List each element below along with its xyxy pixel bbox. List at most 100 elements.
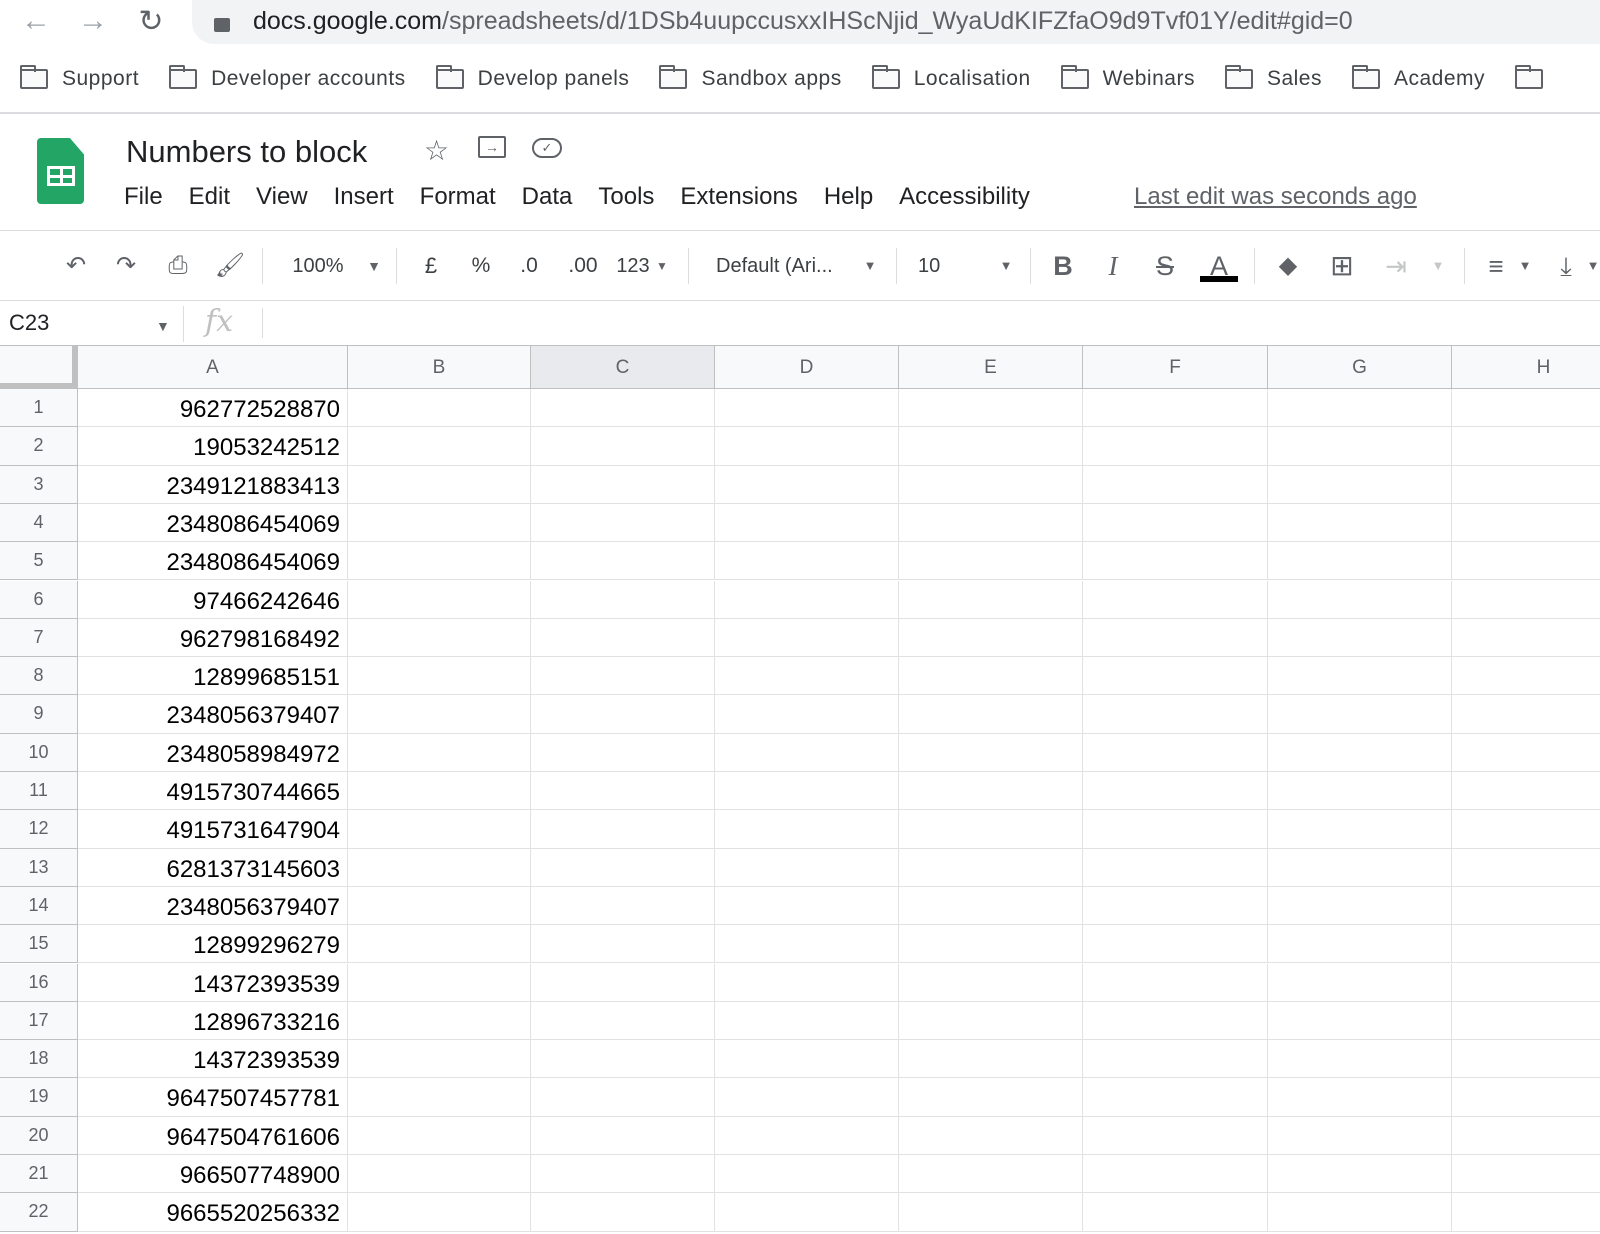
cell-b12[interactable] <box>348 810 531 849</box>
print-icon[interactable]: ⎙ <box>160 246 196 286</box>
cell-h8[interactable] <box>1452 657 1600 696</box>
cell-c7[interactable] <box>531 618 715 658</box>
cell-a3[interactable]: 2349121883413 <box>78 465 348 504</box>
cell-h21[interactable] <box>1452 1155 1600 1194</box>
cell-b7[interactable] <box>348 618 531 658</box>
cell-e7[interactable] <box>899 618 1083 658</box>
forward-icon[interactable]: → <box>75 4 111 38</box>
percent-button[interactable]: % <box>468 246 494 286</box>
row-header[interactable]: 8 <box>0 657 78 696</box>
cell-f17[interactable] <box>1083 1001 1268 1041</box>
cell-d1[interactable] <box>715 389 899 428</box>
cell-a2[interactable]: 19053242512 <box>78 427 348 466</box>
cell-g13[interactable] <box>1268 848 1452 887</box>
cell-h9[interactable] <box>1452 695 1600 734</box>
cell-d14[interactable] <box>715 886 899 926</box>
cell-g1[interactable] <box>1268 389 1452 428</box>
cell-b2[interactable] <box>348 427 531 466</box>
cell-c3[interactable] <box>531 465 715 504</box>
menu-tools[interactable]: Tools <box>598 183 654 211</box>
cell-f9[interactable] <box>1083 695 1268 734</box>
cell-c11[interactable] <box>531 772 715 811</box>
chevron-down-icon[interactable]: ▼ <box>1428 246 1448 286</box>
cell-g16[interactable] <box>1268 963 1452 1002</box>
cell-g12[interactable] <box>1268 810 1452 849</box>
fill-color-icon[interactable]: ◆ <box>1272 246 1304 286</box>
column-header-e[interactable]: E <box>899 346 1083 389</box>
cell-f4[interactable] <box>1083 503 1268 543</box>
cell-f5[interactable] <box>1083 542 1268 581</box>
chevron-down-icon[interactable]: ▼ <box>653 246 671 286</box>
cell-b15[interactable] <box>348 925 531 964</box>
cell-b21[interactable] <box>348 1155 531 1194</box>
cell-f3[interactable] <box>1083 465 1268 504</box>
cell-e20[interactable] <box>899 1116 1083 1155</box>
cell-e9[interactable] <box>899 695 1083 734</box>
cell-d8[interactable] <box>715 657 899 696</box>
cell-h2[interactable] <box>1452 427 1600 466</box>
cell-a12[interactable]: 4915731647904 <box>78 810 348 849</box>
cell-f20[interactable] <box>1083 1116 1268 1155</box>
cell-d11[interactable] <box>715 772 899 811</box>
cell-e11[interactable] <box>899 772 1083 811</box>
cell-e14[interactable] <box>899 886 1083 926</box>
cell-h4[interactable] <box>1452 504 1600 543</box>
column-header-f[interactable]: F <box>1083 346 1268 389</box>
cell-e22[interactable] <box>899 1193 1083 1232</box>
cell-a18[interactable]: 14372393539 <box>78 1040 348 1079</box>
cell-d15[interactable] <box>715 925 899 964</box>
cell-b13[interactable] <box>348 848 531 887</box>
bold-button[interactable]: B <box>1048 246 1078 286</box>
column-header-c[interactable]: C <box>531 346 715 389</box>
cell-h16[interactable] <box>1452 964 1600 1002</box>
select-all-corner[interactable] <box>0 346 78 389</box>
cell-h22[interactable] <box>1452 1193 1600 1232</box>
menu-extensions[interactable]: Extensions <box>680 183 797 211</box>
cell-c19[interactable] <box>531 1078 715 1117</box>
bookmark-webinars[interactable]: Webinars <box>1060 65 1195 91</box>
column-header-d[interactable]: D <box>715 346 899 389</box>
cloud-saved-icon[interactable]: ✓ <box>532 138 562 158</box>
bookmark-developer-accounts[interactable]: Developer accounts <box>169 65 406 91</box>
bookmark-support[interactable]: Support <box>20 65 139 91</box>
cell-e18[interactable] <box>899 1040 1083 1079</box>
row-header[interactable]: 18 <box>0 1040 78 1079</box>
cell-d12[interactable] <box>715 810 899 849</box>
cell-h14[interactable] <box>1452 887 1600 926</box>
cell-h17[interactable] <box>1452 1002 1600 1041</box>
row-header[interactable]: 9 <box>0 695 78 734</box>
bookmark-academy[interactable]: Academy <box>1351 65 1485 91</box>
url-text[interactable]: docs.google.com/spreadsheets/d/1DSb4uupc… <box>253 7 1353 36</box>
column-header-g[interactable]: G <box>1268 346 1452 389</box>
cell-h20[interactable] <box>1452 1117 1600 1155</box>
cell-b10[interactable] <box>348 733 531 772</box>
cell-h6[interactable] <box>1452 581 1600 619</box>
bookmark-develop-panels[interactable]: Develop panels <box>435 65 630 91</box>
cell-a15[interactable]: 12899296279 <box>78 925 348 964</box>
zoom-select[interactable]: 100% <box>286 246 350 286</box>
cell-c4[interactable] <box>531 503 715 543</box>
cell-g20[interactable] <box>1268 1116 1452 1155</box>
undo-icon[interactable]: ↶ <box>58 246 94 286</box>
cell-c22[interactable] <box>531 1193 715 1232</box>
more-formats-button[interactable]: 123 <box>613 246 653 286</box>
cell-h11[interactable] <box>1452 772 1600 811</box>
cell-a16[interactable]: 14372393539 <box>78 963 348 1002</box>
cell-a4[interactable]: 2348086454069 <box>78 503 348 543</box>
formula-input[interactable] <box>270 306 1590 342</box>
menu-file[interactable]: File <box>124 183 163 211</box>
cell-d6[interactable] <box>715 580 899 619</box>
cell-e16[interactable] <box>899 963 1083 1002</box>
row-header[interactable]: 12 <box>0 810 78 849</box>
row-header[interactable]: 22 <box>0 1193 78 1232</box>
cell-b8[interactable] <box>348 657 531 696</box>
cell-g18[interactable] <box>1268 1040 1452 1079</box>
cell-a22[interactable]: 9665520256332 <box>78 1193 348 1232</box>
cell-f21[interactable] <box>1083 1155 1268 1194</box>
cell-c1[interactable] <box>531 389 715 428</box>
cell-a17[interactable]: 12896733216 <box>78 1001 348 1041</box>
cell-h1[interactable] <box>1452 389 1600 428</box>
cell-f13[interactable] <box>1083 848 1268 887</box>
cell-a10[interactable]: 2348058984972 <box>78 733 348 772</box>
cell-f10[interactable] <box>1083 733 1268 772</box>
